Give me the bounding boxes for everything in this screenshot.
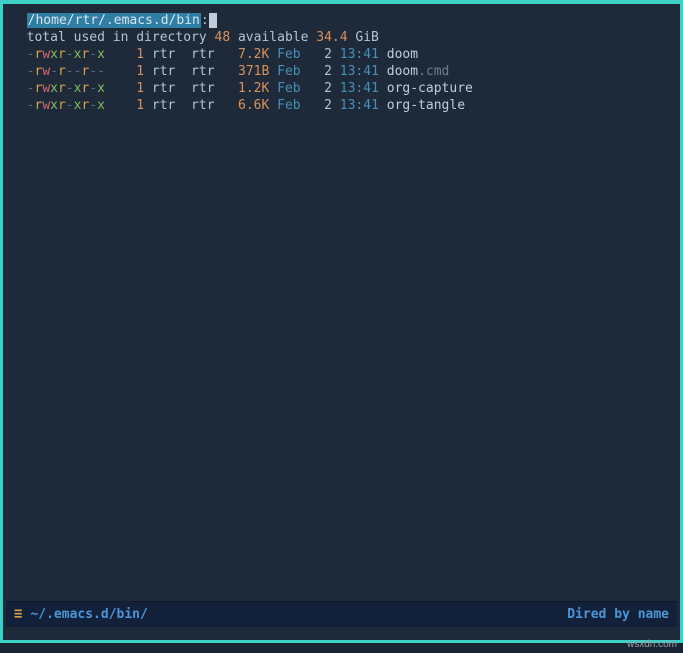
dired-file-row[interactable]: -rw-r--r-- 1 rtr rtr 371B Feb 2 13:41 do… [3, 63, 680, 80]
owner: rtr [152, 64, 175, 79]
file-day: 2 [316, 47, 332, 62]
watermark: wsxdn.com [627, 636, 677, 653]
dired-buffer[interactable]: /home/rtr/.emacs.d/bin: total used in di… [3, 4, 680, 114]
group: rtr [191, 64, 222, 79]
file-name[interactable]: doom [387, 64, 418, 79]
available-size: 34.4 [316, 30, 347, 45]
file-time: 13:41 [340, 47, 379, 62]
file-time: 13:41 [340, 98, 379, 113]
cursor [209, 13, 217, 28]
group: rtr [191, 47, 222, 62]
owner: rtr [152, 47, 175, 62]
file-size: 1.2K [230, 81, 269, 96]
file-name[interactable]: org-capture [387, 81, 473, 96]
link-count: 1 [121, 81, 144, 96]
file-time: 13:41 [340, 81, 379, 96]
current-directory: /home/rtr/.emacs.d/bin [27, 13, 201, 28]
modeline: ≡ ~/.emacs.d/bin/ Dired by name [6, 601, 677, 627]
dired-file-row[interactable]: -rwxr-xr-x 1 rtr rtr 1.2K Feb 2 13:41 or… [3, 80, 680, 97]
file-name[interactable]: org-tangle [387, 98, 465, 113]
link-count: 1 [121, 64, 144, 79]
file-size: 6.6K [230, 98, 269, 113]
group: rtr [191, 81, 222, 96]
link-count: 1 [121, 98, 144, 113]
header-colon: : [201, 13, 209, 28]
modeline-major-mode: Dired by name [567, 606, 669, 623]
owner: rtr [152, 98, 175, 113]
modeline-buffer-path: ~/.emacs.d/bin/ [30, 606, 567, 623]
file-month: Feb [277, 64, 300, 79]
file-day: 2 [316, 81, 332, 96]
file-size: 371B [230, 64, 269, 79]
dired-file-row[interactable]: -rwxr-xr-x 1 rtr rtr 6.6K Feb 2 13:41 or… [3, 97, 680, 114]
dired-path-header: /home/rtr/.emacs.d/bin: [3, 12, 680, 29]
file-size: 7.2K [230, 47, 269, 62]
dired-summary: total used in directory 48 available 34.… [3, 29, 680, 46]
owner: rtr [152, 81, 175, 96]
file-name[interactable]: doom [387, 47, 418, 62]
file-time: 13:41 [340, 64, 379, 79]
file-month: Feb [277, 98, 300, 113]
menu-icon[interactable]: ≡ [14, 606, 22, 623]
editor-frame: /home/rtr/.emacs.d/bin: total used in di… [0, 0, 683, 643]
file-month: Feb [277, 47, 300, 62]
file-ext[interactable]: .cmd [418, 64, 449, 79]
dired-file-row[interactable]: -rwxr-xr-x 1 rtr rtr 7.2K Feb 2 13:41 do… [3, 46, 680, 63]
link-count: 1 [121, 47, 144, 62]
file-day: 2 [316, 98, 332, 113]
file-month: Feb [277, 81, 300, 96]
used-blocks: 48 [215, 30, 231, 45]
file-day: 2 [316, 64, 332, 79]
group: rtr [191, 98, 222, 113]
